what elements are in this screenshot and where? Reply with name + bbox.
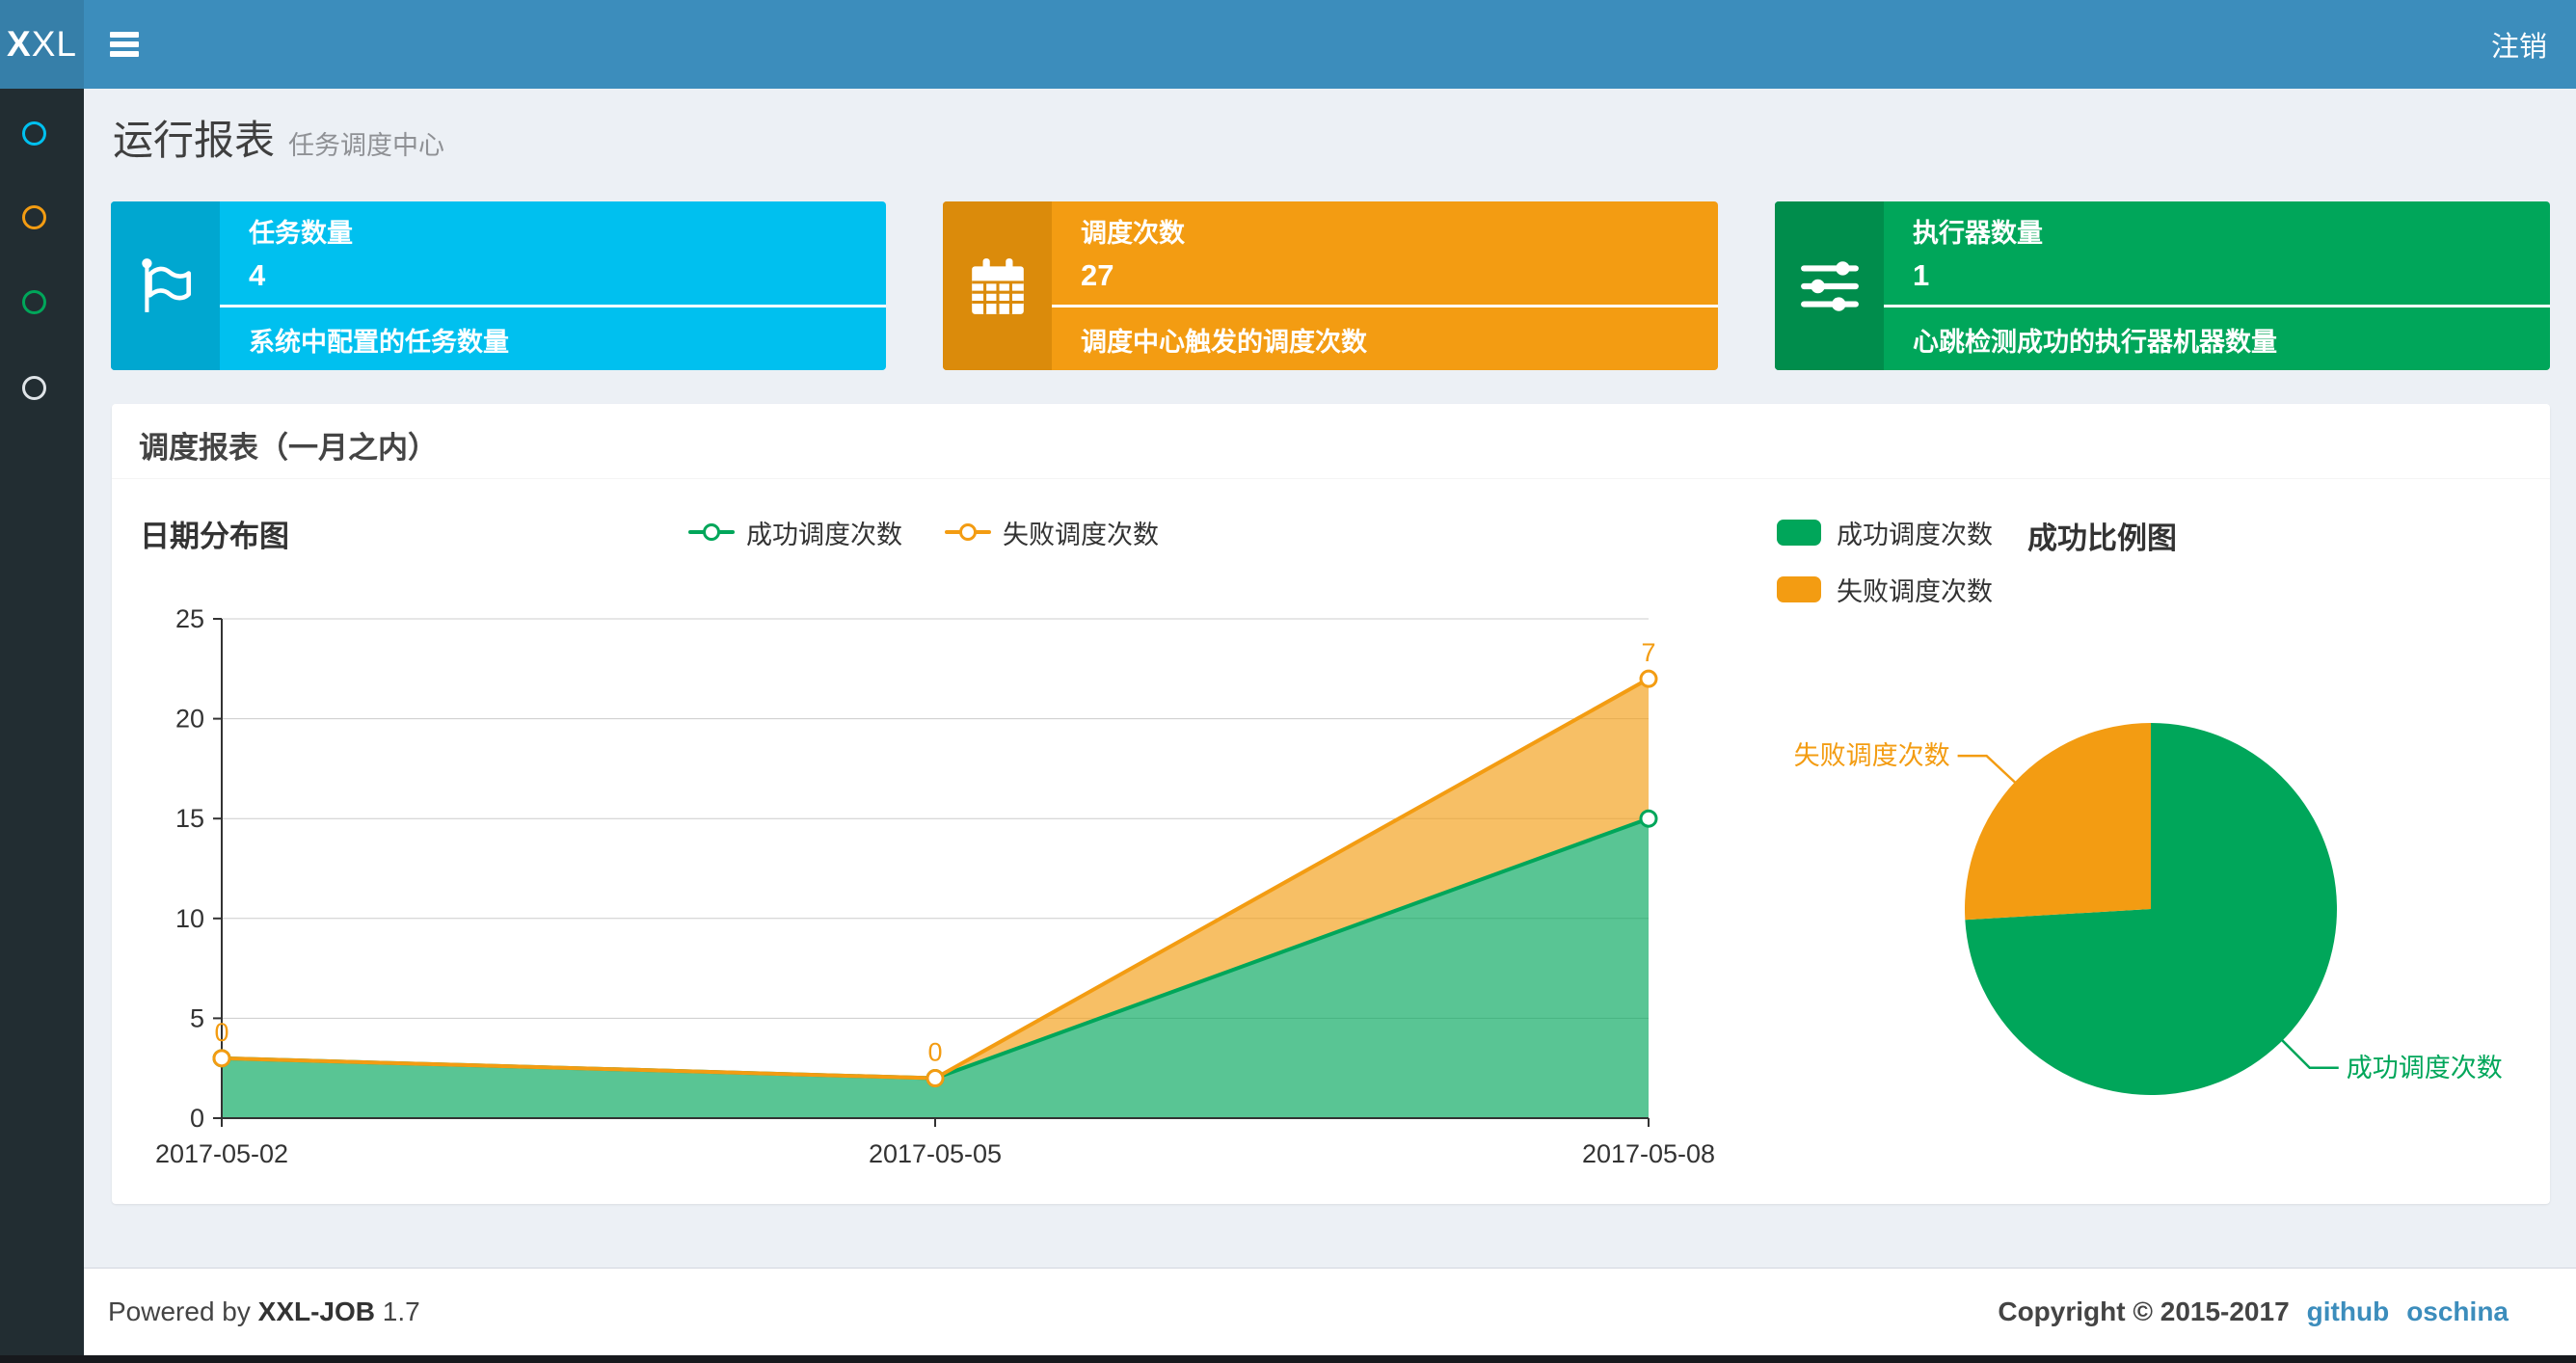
panel-header: 调度报表（一月之内） bbox=[112, 404, 2550, 479]
stat-card-triggers: 调度次数 27 调度中心触发的调度次数 bbox=[943, 201, 1718, 370]
logout-link[interactable]: 注销 bbox=[2485, 0, 2553, 89]
sidebar-item-1[interactable] bbox=[22, 121, 46, 146]
svg-text:2017-05-05: 2017-05-05 bbox=[869, 1139, 1002, 1168]
success-ratio-pie-chart: 成功调度次数 失败调度次数 bbox=[1794, 723, 2503, 1095]
stat-card-value: 4 bbox=[249, 258, 266, 292]
oschina-link[interactable]: oschina bbox=[2406, 1296, 2509, 1327]
stat-card-caption: 心跳检测成功的执行器机器数量 bbox=[1913, 328, 2277, 357]
svg-text:0: 0 bbox=[927, 1038, 942, 1067]
card-divider bbox=[1884, 305, 2550, 307]
stat-card-body: 执行器数量 1 心跳检测成功的执行器机器数量 bbox=[1884, 201, 2550, 370]
github-link[interactable]: github bbox=[2307, 1296, 2390, 1327]
pie-chart-title: 成功比例图 bbox=[2027, 521, 2177, 555]
product-name: XXL-JOB bbox=[257, 1296, 375, 1326]
stat-card-jobs: 任务数量 4 系统中配置的任务数量 bbox=[111, 201, 886, 370]
svg-text:10: 10 bbox=[175, 904, 204, 933]
app-logo[interactable]: X XL bbox=[0, 0, 84, 89]
page-subtitle: 任务调度中心 bbox=[288, 131, 445, 160]
card-divider bbox=[220, 305, 886, 307]
legend-line-marker bbox=[945, 523, 991, 541]
legend-item[interactable]: 失败调度次数 bbox=[945, 514, 1159, 551]
screen-bottom-strip bbox=[0, 1355, 2576, 1363]
stat-card-executors: 执行器数量 1 心跳检测成功的执行器机器数量 bbox=[1775, 201, 2550, 370]
legend-swatch bbox=[1777, 576, 1821, 602]
pie-legend-item[interactable]: 成功调度次数 bbox=[1777, 514, 1993, 551]
powered-by-text: Powered by XXL-JOB 1.7 bbox=[108, 1296, 420, 1326]
stat-card-body: 调度次数 27 调度中心触发的调度次数 bbox=[1052, 201, 1718, 370]
logo-text-bold: X bbox=[7, 24, 32, 64]
calendar-icon bbox=[943, 201, 1052, 370]
stat-card-body: 任务数量 4 系统中配置的任务数量 bbox=[220, 201, 886, 370]
svg-text:5: 5 bbox=[190, 1003, 204, 1032]
pie-chart-legend: 成功调度次数 失败调度次数 bbox=[1777, 514, 1993, 628]
pie-legend-item[interactable]: 失败调度次数 bbox=[1777, 571, 1993, 608]
stat-card-title: 执行器数量 bbox=[1913, 219, 2043, 248]
svg-text:2017-05-02: 2017-05-02 bbox=[155, 1139, 288, 1168]
stat-card-value: 1 bbox=[1913, 258, 1930, 292]
svg-text:失败调度次数: 失败调度次数 bbox=[1794, 741, 1950, 770]
svg-text:7: 7 bbox=[1641, 638, 1655, 667]
hamburger-menu-icon[interactable] bbox=[110, 32, 139, 57]
legend-swatch bbox=[1777, 520, 1821, 546]
legend-label: 成功调度次数 bbox=[746, 520, 902, 549]
stat-card-title: 任务数量 bbox=[249, 219, 353, 248]
line-chart-title: 日期分布图 bbox=[140, 520, 289, 553]
xxl-job-dashboard: X XL 注销 运行报表 任务调度中心 任务数量 4 系统中配置的任务数量 调度… bbox=[0, 0, 2576, 1363]
page-title: 运行报表 bbox=[113, 118, 276, 163]
svg-text:0: 0 bbox=[214, 1018, 228, 1047]
panel-title: 调度报表（一月之内） bbox=[139, 431, 438, 465]
legend-label: 失败调度次数 bbox=[1003, 520, 1159, 549]
stat-card-value: 27 bbox=[1081, 258, 1114, 292]
legend-label: 失败调度次数 bbox=[1837, 577, 1993, 606]
card-divider bbox=[1052, 305, 1718, 307]
svg-text:25: 25 bbox=[175, 604, 204, 633]
schedule-report-panel: 调度报表（一月之内） 日期分布图 成功调度次数 失败调度次数 0 5 10 15 20 25… bbox=[112, 404, 2550, 1204]
footer-right: Copyright © 2015-2017 github oschina bbox=[1998, 1296, 2509, 1327]
sidebar-item-2[interactable] bbox=[22, 205, 46, 229]
sidebar-item-3[interactable] bbox=[22, 290, 46, 314]
svg-text:2017-05-08: 2017-05-08 bbox=[1582, 1139, 1715, 1168]
line-chart-legend: 成功调度次数 失败调度次数 bbox=[538, 512, 1309, 552]
logo-text-light: XL bbox=[31, 24, 77, 64]
svg-text:20: 20 bbox=[175, 705, 204, 734]
sidebar bbox=[0, 89, 84, 1363]
legend-line-marker bbox=[688, 523, 735, 541]
svg-text:成功调度次数: 成功调度次数 bbox=[2347, 1054, 2503, 1082]
sliders-icon bbox=[1775, 201, 1884, 370]
top-navbar: X XL 注销 bbox=[0, 0, 2576, 89]
footer: Powered by XXL-JOB 1.7 Copyright © 2015-… bbox=[84, 1268, 2576, 1363]
stat-card-caption: 调度中心触发的调度次数 bbox=[1081, 328, 1367, 357]
content-header: 运行报表 任务调度中心 bbox=[113, 108, 444, 167]
stat-card-caption: 系统中配置的任务数量 bbox=[249, 328, 509, 357]
legend-label: 成功调度次数 bbox=[1837, 521, 1993, 549]
date-distribution-chart: 05101520252017-05-02 2017-05-05 2017-05-08… bbox=[155, 604, 1715, 1168]
stat-card-title: 调度次数 bbox=[1081, 219, 1185, 248]
copyright-text: Copyright © 2015-2017 bbox=[1998, 1296, 2290, 1326]
svg-text:0: 0 bbox=[190, 1104, 204, 1133]
sidebar-item-4[interactable] bbox=[22, 376, 46, 400]
legend-item[interactable]: 成功调度次数 bbox=[688, 514, 902, 551]
flag-icon bbox=[111, 201, 220, 370]
svg-text:15: 15 bbox=[175, 804, 204, 833]
